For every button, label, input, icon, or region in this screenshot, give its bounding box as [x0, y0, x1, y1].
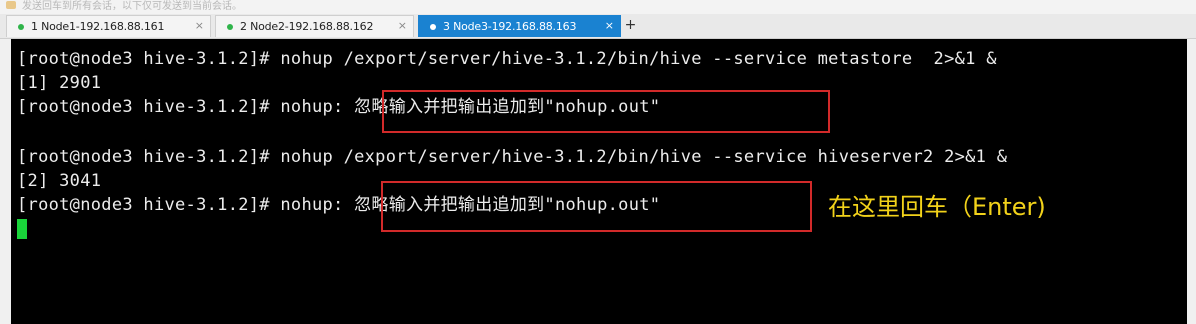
- info-icon: [6, 1, 16, 9]
- terminal-screen[interactable]: [root@node3 hive-3.1.2]# nohup /export/s…: [11, 39, 1187, 324]
- highlight-box: [381, 181, 812, 232]
- tab-label: 1 Node1-192.168.88.161: [31, 20, 165, 33]
- close-icon[interactable]: ×: [605, 19, 614, 32]
- annotation-text: 在这里回车（Enter): [828, 193, 1046, 221]
- close-icon[interactable]: ×: [398, 19, 407, 32]
- add-tab-button[interactable]: +: [622, 16, 639, 34]
- terminal-line: [root@node3 hive-3.1.2]# nohup /export/s…: [17, 49, 997, 69]
- tab-node3[interactable]: 3 Node3-192.168.88.163 ×: [418, 15, 621, 37]
- connected-status-icon: [227, 23, 233, 30]
- highlight-box: [382, 90, 830, 133]
- close-icon[interactable]: ×: [195, 19, 204, 32]
- tab-label: 3 Node3-192.168.88.163: [443, 20, 577, 33]
- window-frame: [1187, 39, 1196, 324]
- terminal-line: [root@node3 hive-3.1.2]# nohup /export/s…: [17, 147, 1008, 167]
- tab-label: 2 Node2-192.168.88.162: [240, 20, 374, 33]
- hint-text: 发送回车到所有会话，以下仅可发送到当前会话。: [22, 1, 242, 12]
- connected-status-icon: [430, 23, 436, 30]
- tab-node2[interactable]: 2 Node2-192.168.88.162 ×: [215, 15, 414, 37]
- terminal-line: [2] 3041: [17, 171, 102, 191]
- tab-node1[interactable]: 1 Node1-192.168.88.161 ×: [6, 15, 211, 37]
- session-tab-bar: 1 Node1-192.168.88.161 × 2 Node2-192.168…: [0, 14, 1196, 39]
- connected-status-icon: [18, 23, 24, 30]
- terminal-line: [1] 2901: [17, 73, 102, 93]
- terminal-cursor: [17, 219, 27, 239]
- top-hint-bar: 发送回车到所有会话，以下仅可发送到当前会话。: [0, 0, 1196, 14]
